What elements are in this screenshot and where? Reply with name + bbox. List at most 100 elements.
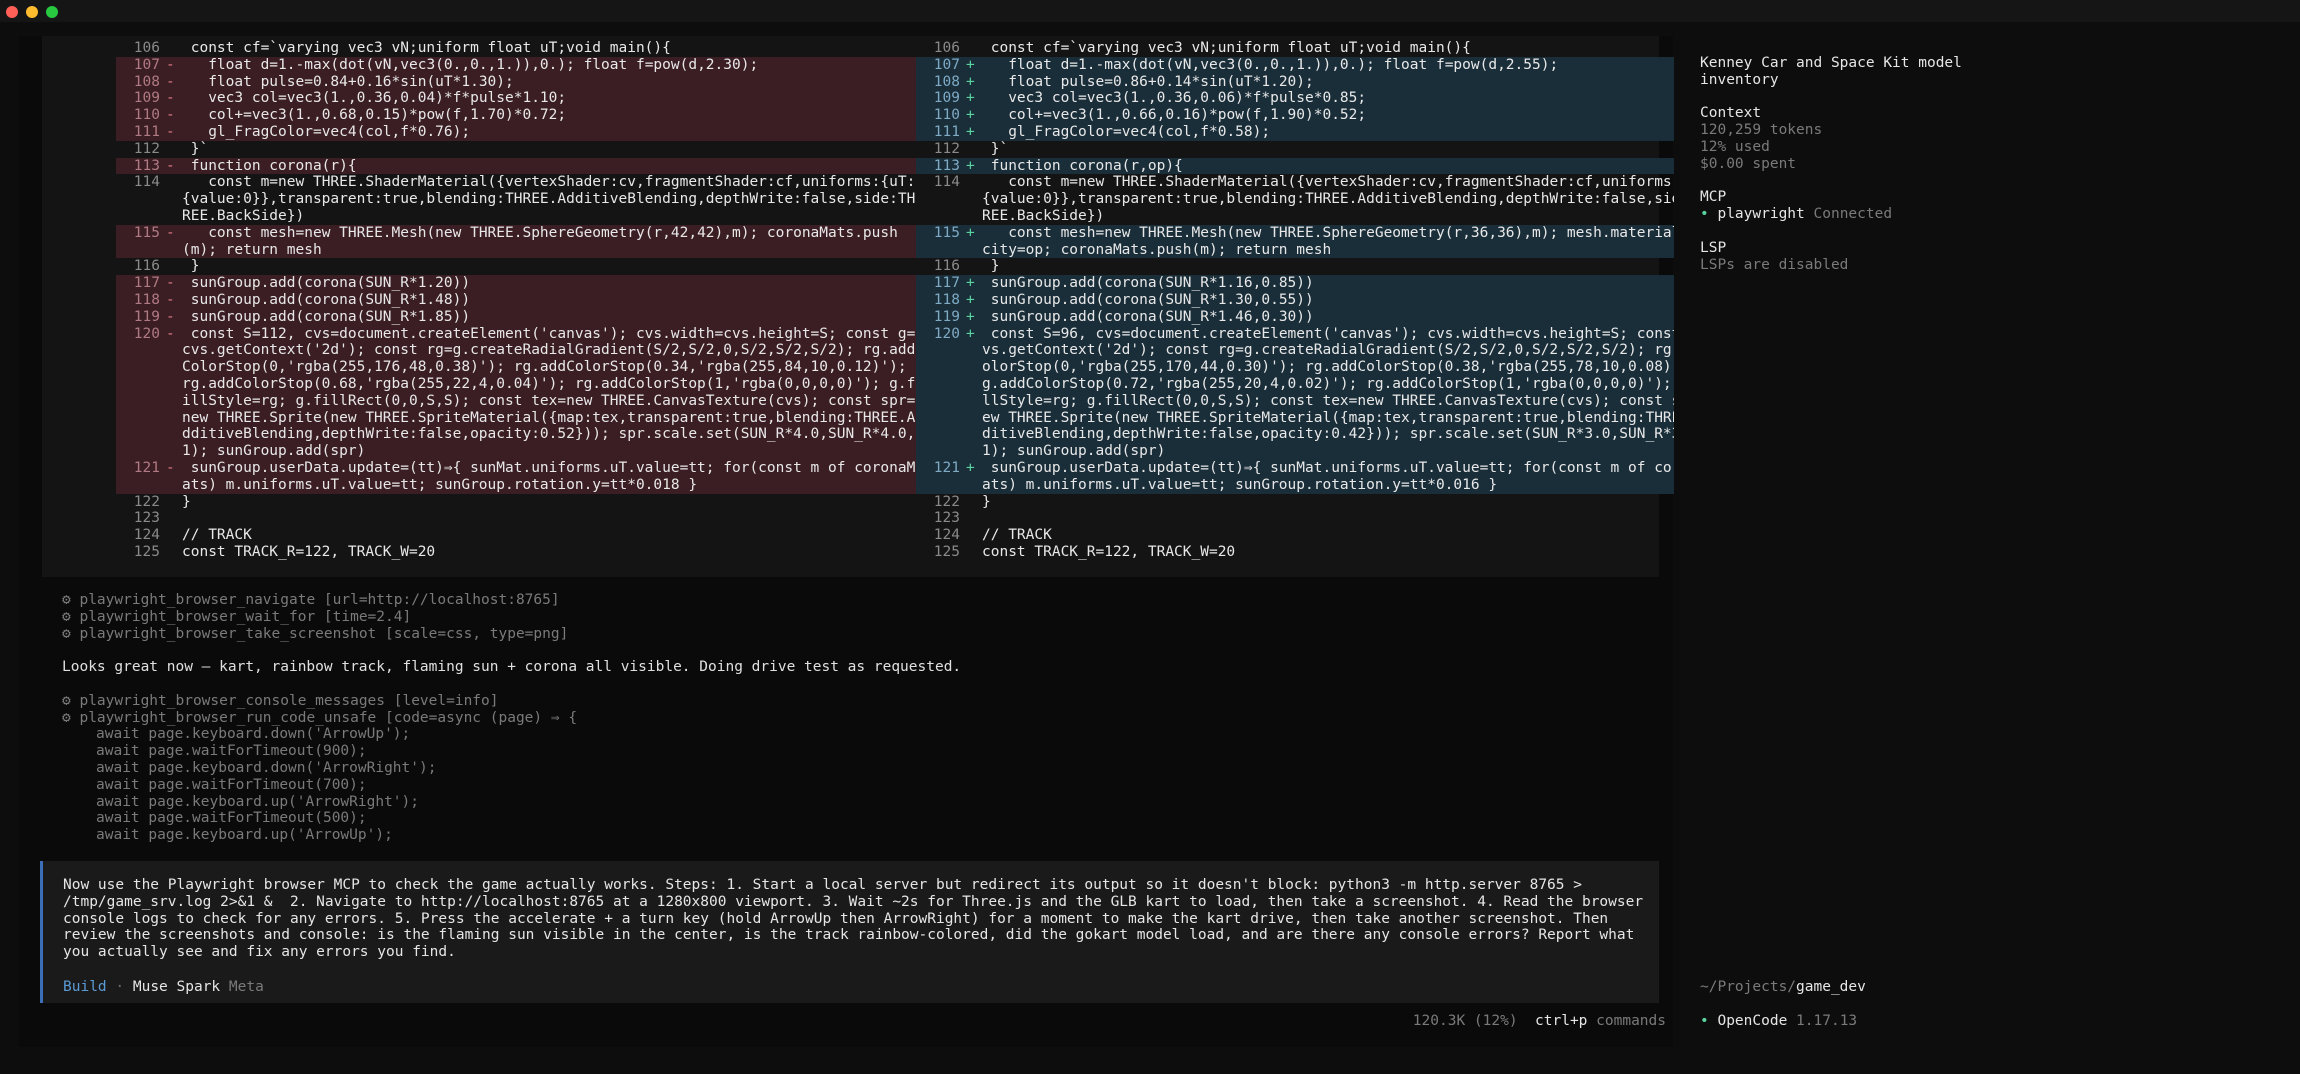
- diff-marker: [166, 510, 180, 527]
- code-text: sunGroup.userData.update=(tt)⇒{ sunMat.u…: [182, 459, 916, 493]
- line-number: 116: [133, 258, 160, 275]
- code-text: }: [182, 258, 200, 275]
- diff-line: 110- col+=vec3(1.,0.68,0.15)*pow(f,1.70)…: [116, 107, 916, 124]
- code-text: // TRACK: [182, 527, 252, 544]
- diff-line: 112 }`: [916, 141, 1716, 158]
- code-text: // TRACK: [982, 527, 1052, 544]
- diff-line: 125 const TRACK_R=122, TRACK_W=20: [916, 544, 1716, 561]
- line-number: 110: [133, 107, 160, 124]
- code-text: }: [982, 258, 1000, 275]
- diff-marker: +: [966, 107, 975, 124]
- maximize-window-button[interactable]: [46, 6, 58, 18]
- mcp-server-name: playwright: [1717, 206, 1805, 223]
- line-number: 125: [933, 543, 960, 560]
- diff-marker: [166, 494, 180, 511]
- prompt-text[interactable]: Now use the Playwright browser MCP to ch…: [63, 877, 1653, 961]
- code-text: function corona(r){: [182, 157, 357, 174]
- command-shortcut[interactable]: ctrl+p: [1535, 1013, 1587, 1029]
- line-number: 111: [933, 123, 960, 140]
- diff-line: 119 + sunGroup.add(corona(SUN_R*1.46,0.30…: [916, 308, 1716, 326]
- line-number: 122: [933, 493, 960, 510]
- diff-left-column: 106 const cf=`varying vec3 vN;uniform fl…: [116, 40, 916, 561]
- diff-right-column: 106 const cf=`varying vec3 vN;uniform fl…: [916, 40, 1716, 561]
- diff-marker: +: [966, 123, 975, 140]
- diff-line: 117- sunGroup.add(corona(SUN_R*1.20)): [116, 275, 916, 292]
- diff-line: 125 const TRACK_R=122, TRACK_W=20: [116, 544, 916, 561]
- diff-line: 121- sunGroup.userData.update=(tt)⇒{ sun…: [116, 459, 916, 494]
- code-text: vec3 col=vec3(1.,0.36,0.06)*f*pulse*0.85…: [982, 90, 1367, 107]
- diff-marker: +: [966, 56, 975, 73]
- diff-marker: -: [166, 459, 175, 476]
- line-number: 107: [933, 56, 960, 73]
- context-spent: $0.00 spent: [1700, 155, 1797, 172]
- diff-marker: -: [166, 275, 175, 292]
- path-prefix: ~/Projects/: [1700, 979, 1797, 995]
- line-number: 112: [133, 140, 160, 157]
- code-text: sunGroup.add(corona(SUN_R*1.16,0.85)): [982, 275, 1314, 292]
- line-number: 117: [933, 275, 960, 292]
- code-text: const m=new THREE.ShaderMaterial({vertex…: [182, 174, 916, 224]
- line-number: 125: [133, 543, 160, 560]
- diff-marker: -: [166, 107, 175, 124]
- tool-output: ⚙ playwright_browser_navigate [url=http:…: [62, 592, 1662, 844]
- code-text: vec3 col=vec3(1.,0.36,0.04)*f*pulse*1.10…: [182, 90, 567, 107]
- context-usage: 120.3K (12%): [1412, 1013, 1518, 1029]
- code-text: }: [982, 493, 991, 510]
- diff-marker: [166, 141, 180, 158]
- tool-icon: ⚙: [62, 592, 71, 608]
- diff-line: 114 const m=new THREE.ShaderMaterial({ve…: [116, 174, 916, 224]
- meta-separator: ·: [115, 979, 125, 995]
- line-number: 110: [933, 107, 960, 124]
- tool-icon: ⚙: [62, 692, 71, 709]
- close-window-button[interactable]: [6, 6, 18, 18]
- diff-marker: -: [166, 56, 175, 73]
- code-text: function corona(r,op){: [982, 157, 1183, 174]
- code-text: col+=vec3(1.,0.68,0.15)*pow(f,1.70)*0.72…: [182, 107, 567, 124]
- line-number: 123: [133, 510, 160, 527]
- code-text: const S=96, cvs=document.createElement('…: [982, 325, 1716, 460]
- diff-line: 107 + float d=1.-max(dot(vN,vec3(0.,0.,1.…: [916, 56, 1716, 74]
- context-heading: Context: [1700, 105, 1762, 122]
- tool-icon: ⚙: [62, 625, 71, 642]
- diff-line: 111 + gl_FragColor=vec4(col,f*0.58);: [916, 123, 1716, 141]
- agent-mode[interactable]: Build: [63, 979, 107, 995]
- line-number: 106: [933, 40, 960, 56]
- minimize-window-button[interactable]: [26, 6, 38, 18]
- code-text: }: [182, 493, 191, 510]
- project-path: ~/Projects/game_dev: [1700, 979, 1866, 996]
- code-text: const TRACK_R=122, TRACK_W=20: [982, 543, 1236, 560]
- diff-line: 109- vec3 col=vec3(1.,0.36,0.04)*f*pulse…: [116, 90, 916, 108]
- code-text: gl_FragColor=vec4(col,f*0.76);: [182, 123, 471, 140]
- diff-marker: [966, 174, 980, 224]
- code-text: const mesh=new THREE.Mesh(new THREE.Sphe…: [982, 224, 1716, 258]
- app-name: OpenCode: [1717, 1012, 1788, 1029]
- diff-marker: [966, 494, 980, 511]
- code-text: float pulse=0.86+0.14*sin(uT*1.20);: [982, 73, 1314, 90]
- diff-line: 124 // TRACK: [116, 527, 916, 544]
- line-number: 122: [133, 493, 160, 510]
- line-number: 109: [133, 90, 160, 107]
- diff-line: 115- const mesh=new THREE.Mesh(new THREE…: [116, 224, 916, 259]
- context-used: 12% used: [1700, 138, 1770, 155]
- code-text: col+=vec3(1.,0.66,0.16)*pow(f,1.90)*0.52…: [982, 107, 1367, 124]
- diff-marker: [966, 510, 980, 527]
- code-text: float pulse=0.84+0.16*sin(uT*1.30);: [182, 73, 514, 90]
- prompt-input[interactable]: Now use the Playwright browser MCP to ch…: [40, 861, 1659, 1003]
- diff-line: 122}: [916, 494, 1716, 511]
- line-number: 117: [133, 275, 160, 292]
- diff-line: 118- sunGroup.add(corona(SUN_R*1.48)): [116, 291, 916, 309]
- assistant-message: Looks great now — kart, rainbow track, f…: [62, 659, 962, 676]
- tool-call: ⚙ playwright_browser_navigate [url=http:…: [62, 592, 1662, 609]
- code-text: sunGroup.userData.update=(tt)⇒{ sunMat.u…: [982, 459, 1716, 493]
- diff-line: 106 const cf=`varying vec3 vN;uniform fl…: [916, 40, 1716, 57]
- prompt-meta: Build · Muse Spark Meta: [63, 979, 264, 996]
- diff-marker: +: [966, 90, 975, 107]
- code-text: float d=1.-max(dot(vN,vec3(0.,0.,1.)),0.…: [982, 56, 1559, 73]
- diff-panel[interactable]: 106 const cf=`varying vec3 vN;uniform fl…: [42, 36, 1716, 577]
- diff-marker: [166, 258, 180, 275]
- code-text: const S=112, cvs=document.createElement(…: [182, 325, 916, 460]
- diff-marker: -: [166, 224, 175, 241]
- model-name[interactable]: Muse Spark: [133, 979, 220, 995]
- line-number: 106: [133, 40, 160, 56]
- line-number: 124: [933, 527, 960, 544]
